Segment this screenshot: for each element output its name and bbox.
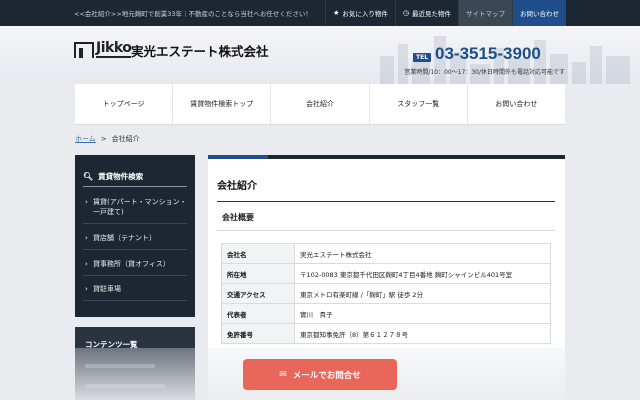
favorites-link[interactable]: ★ お気に入り物件: [325, 0, 395, 26]
sidebar-item-residential[interactable]: 賃貸(アパート・マンション・一戸建て): [83, 197, 187, 224]
company-name: 実光エステート株式会社: [131, 44, 269, 59]
site-header: Jikko 実光エステート株式会社 TEL 03-3515-3900 営業時間/…: [0, 26, 640, 84]
row-value: 實川 貴子: [294, 303, 551, 324]
breadcrumb: ホーム > 会社紹介: [75, 134, 140, 144]
envelope-icon: ✉: [279, 369, 287, 380]
breadcrumb-current: 会社紹介: [111, 135, 140, 143]
favorites-label: お気に入り物件: [342, 10, 388, 18]
sitemap-label: サイトマップ: [466, 10, 505, 18]
search-icon: 🔍︎: [83, 172, 94, 181]
row-key: 所在地: [221, 263, 295, 284]
nav-item-staff[interactable]: スタッフ一覧: [368, 84, 467, 124]
table-row: 所在地 〒102-0083 東京都千代田区麹町4丁目4番地 麹町シャインビル40…: [221, 263, 551, 284]
mail-inquiry-button[interactable]: ✉ メールでお問合せ: [243, 359, 397, 390]
sidebar-heading: 🔍︎ 賃貸物件検索: [83, 167, 187, 187]
table-row: 交通アクセス 東京メトロ有楽町線 /「麹町」駅 徒歩 2分: [221, 283, 551, 304]
main-nav: トップページ 賃貸物件検索トップ 会社紹介 スタッフ一覧 お問い合わせ: [75, 84, 565, 125]
table-row: 免許番号 東京都知事免許（8）第６１２７８号: [221, 323, 551, 344]
sidebar-title: 賃貸物件検索: [98, 172, 144, 181]
top-utility-nav: ★ お気に入り物件 ◷ 最近見た物件 サイトマップ お問い合わせ: [325, 0, 566, 26]
tel-label: TEL: [413, 53, 432, 62]
section-title: 会社概要: [217, 205, 555, 231]
row-value: 〒102-0083 東京都千代田区麹町4丁目4番地 麹町シャインビル401号室: [294, 263, 551, 284]
company-info-table: 会社名 実光エステート株式会社 所在地 〒102-0083 東京都千代田区麹町4…: [221, 243, 551, 344]
row-value: 東京都知事免許（8）第６１２７８号: [294, 323, 551, 344]
table-row: 会社名 実光エステート株式会社: [221, 243, 551, 264]
nav-item-rental-search[interactable]: 賃貸物件検索トップ: [172, 84, 270, 124]
clock-icon: ◷: [402, 9, 409, 17]
sidebar: 🔍︎ 賃貸物件検索 賃貸(アパート・マンション・一戸建て) 貸店舗（テナント） …: [75, 155, 195, 317]
tagline: <<会社紹介>>地元麹町で創業33年｜不動産のことなら当社へお任せください！: [74, 10, 312, 18]
recent-label: 最近見た物件: [412, 10, 451, 18]
breadcrumb-separator: >: [100, 135, 107, 143]
nav-item-company[interactable]: 会社紹介: [270, 84, 368, 124]
row-key: 代表者: [221, 303, 295, 324]
sitemap-link[interactable]: サイトマップ: [458, 0, 512, 26]
breadcrumb-home[interactable]: ホーム: [75, 135, 96, 143]
top-contact-label: お問い合わせ: [520, 10, 559, 18]
phone-number[interactable]: 03-3515-3900: [435, 44, 541, 64]
logo-text: Jikko: [96, 40, 132, 58]
row-value: 実光エステート株式会社: [294, 243, 551, 264]
jikko-logo[interactable]: Jikko: [74, 40, 132, 58]
star-icon: ★: [333, 9, 340, 17]
row-key: 会社名: [221, 243, 295, 264]
top-bar: <<会社紹介>>地元麹町で創業33年｜不動産のことなら当社へお任せください！ ★…: [0, 0, 640, 26]
mail-inquiry-label: メールでお問合せ: [292, 370, 361, 381]
nav-item-top[interactable]: トップページ: [75, 84, 172, 124]
row-key: 交通アクセス: [221, 283, 295, 304]
business-hours: 営業時間/10：00～17：30/休日時間外も電話対応可能です: [404, 69, 565, 76]
sidebar-item-store[interactable]: 貸店舗（テナント）: [83, 233, 187, 250]
table-row: 代表者 實川 貴子: [221, 303, 551, 324]
title-divider: [217, 201, 555, 202]
nav-item-contact[interactable]: お問い合わせ: [466, 84, 565, 124]
sidebar-item-parking[interactable]: 貸駐車場: [83, 284, 187, 301]
recent-link[interactable]: ◷ 最近見た物件: [394, 0, 458, 26]
page-title: 会社紹介: [217, 181, 257, 192]
row-value: 東京メトロ有楽町線 /「麹町」駅 徒歩 2分: [294, 283, 551, 304]
logo-mark-icon: [74, 42, 94, 58]
row-key: 免許番号: [221, 323, 295, 344]
sidebar-item-office[interactable]: 貸事務所（貸オフィス）: [83, 259, 187, 276]
top-contact-link[interactable]: お問い合わせ: [512, 0, 566, 26]
content-top-border: [208, 155, 565, 159]
